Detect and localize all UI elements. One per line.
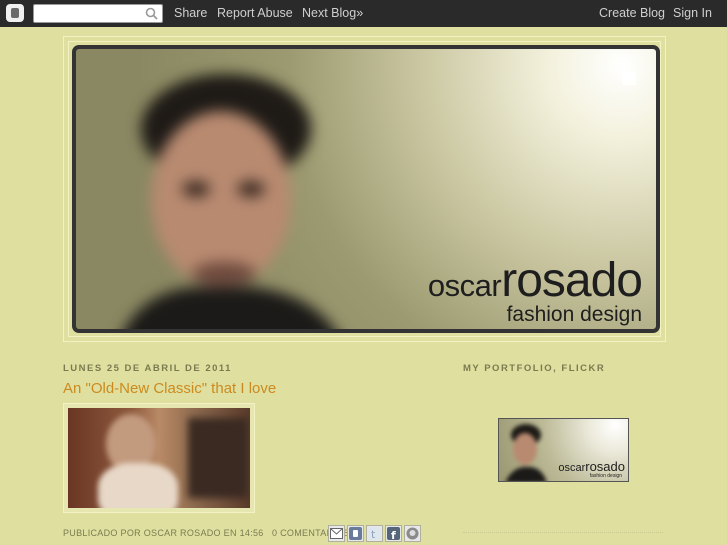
report-abuse-link[interactable]: Report Abuse [217, 6, 293, 20]
thumbnail-brand: oscarrosado [558, 459, 625, 474]
twitter-icon[interactable]: t [366, 525, 383, 542]
sidebar-divider [463, 532, 663, 533]
svg-text:f: f [391, 529, 396, 540]
brand-first-name: oscar [427, 268, 502, 303]
search-input[interactable] [36, 6, 144, 21]
thumbnail-brand-last: rosado [585, 459, 625, 474]
search-box [33, 4, 163, 23]
share-link[interactable]: Share [174, 6, 207, 20]
post-title-link[interactable]: An "Old-New Classic" that I love [63, 380, 276, 397]
portfolio-thumbnail[interactable]: oscarrosado fashion design [498, 418, 629, 482]
published-by-label: Publicado por [63, 528, 141, 538]
sign-in-link[interactable]: Sign In [673, 6, 712, 20]
post-time-link[interactable]: 14:56 [240, 528, 264, 538]
blogger-navbar: Share Report Abuse Next Blog» Create Blo… [0, 0, 727, 27]
post-image-frame [63, 403, 255, 513]
sidebar-widget-title: My Portfolio, Flickr [463, 363, 606, 374]
at-label: en [223, 528, 237, 538]
author-link[interactable]: Oscar Rosado [144, 528, 221, 538]
post-image[interactable] [68, 408, 250, 508]
email-icon[interactable] [328, 525, 345, 542]
header-light-square [622, 71, 636, 85]
blogger-logo-icon[interactable] [6, 4, 24, 22]
post-date: lunes 25 de abril de 2011 [63, 363, 232, 374]
buzz-icon[interactable] [404, 525, 421, 542]
post-footer: Publicado por Oscar Rosado en 14:56 0 co… [63, 528, 350, 538]
header-brand: oscarrosado [427, 253, 643, 308]
header-image[interactable]: oscarrosado fashion design [72, 45, 660, 333]
portrait-photo [124, 74, 335, 329]
thumbnail-subtitle: fashion design [589, 473, 622, 479]
brand-last-name: rosado [501, 254, 643, 307]
thumbnail-brand-first: oscar [558, 462, 586, 474]
facebook-icon[interactable]: f [385, 525, 402, 542]
next-blog-link[interactable]: Next Blog» [302, 6, 363, 20]
create-blog-link[interactable]: Create Blog [599, 6, 665, 20]
thumbnail-portrait [505, 424, 547, 481]
search-icon[interactable] [145, 7, 158, 20]
blogger-icon[interactable] [347, 525, 364, 542]
svg-text:t: t [371, 528, 376, 540]
header-subtitle: fashion design [506, 303, 642, 326]
